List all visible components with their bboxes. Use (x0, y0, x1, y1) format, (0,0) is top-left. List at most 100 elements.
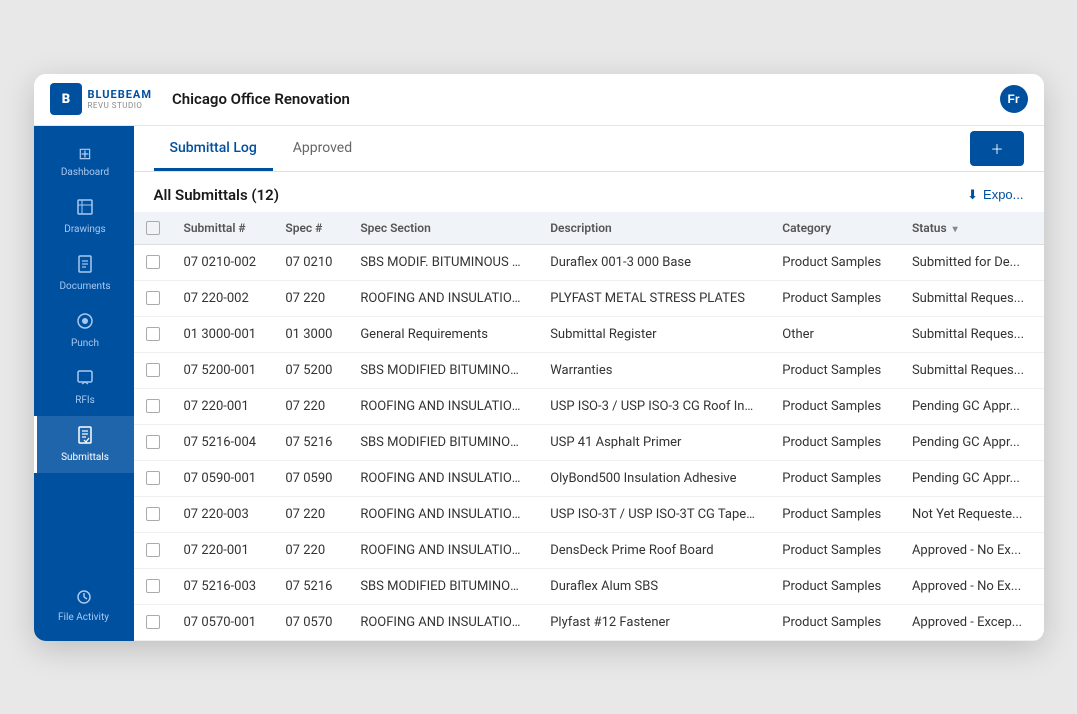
th-submittal-num: Submittal # (172, 212, 274, 245)
tab-submittal-log[interactable]: Submittal Log (154, 126, 273, 171)
cell-spec-num: 07 0590 (273, 460, 348, 496)
cell-spec-num: 07 220 (273, 280, 348, 316)
row-checkbox[interactable] (146, 471, 160, 485)
cell-spec-section: ROOFING AND INSULATION ADHESIV... (348, 532, 538, 568)
sidebar-file-activity[interactable]: File Activity (34, 579, 134, 633)
brand-sub: REVU STUDIO (88, 101, 152, 110)
cell-spec-section: SBS MODIFIED BITUMINOUS MEMBR... (348, 424, 538, 460)
row-checkbox[interactable] (146, 363, 160, 377)
sidebar-label-dashboard: Dashboard (61, 167, 109, 178)
th-checkbox (134, 212, 172, 245)
cell-spec-num: 07 5216 (273, 568, 348, 604)
row-checkbox[interactable] (146, 615, 160, 629)
row-checkbox-cell (134, 316, 172, 352)
row-checkbox[interactable] (146, 579, 160, 593)
row-checkbox[interactable] (146, 255, 160, 269)
fr-button[interactable]: Fr (1000, 85, 1028, 113)
table-header-row: Submittal # Spec # Spec Section Descript… (134, 212, 1044, 245)
row-checkbox-cell (134, 460, 172, 496)
titlebar: B BLUEBEAM REVU STUDIO Chicago Office Re… (34, 74, 1044, 126)
cell-status: Submittal Reques... (900, 280, 1044, 316)
file-activity-icon (76, 589, 92, 608)
sidebar-item-documents[interactable]: Documents (34, 245, 134, 302)
row-checkbox[interactable] (146, 543, 160, 557)
sidebar-label-documents: Documents (59, 281, 110, 292)
table-row[interactable]: 07 5216-003 07 5216 SBS MODIFIED BITUMIN… (134, 568, 1044, 604)
sidebar-item-dashboard[interactable]: ⊞ Dashboard (34, 134, 134, 188)
row-checkbox-cell (134, 244, 172, 280)
table-row[interactable]: 07 220-001 07 220 ROOFING AND INSULATION… (134, 532, 1044, 568)
table-row[interactable]: 07 0590-001 07 0590 ROOFING AND INSULATI… (134, 460, 1044, 496)
sidebar-item-drawings[interactable]: Drawings (34, 188, 134, 245)
row-checkbox[interactable] (146, 291, 160, 305)
cell-category: Product Samples (770, 244, 900, 280)
cell-status: Submittal Reques... (900, 352, 1044, 388)
content-area: All Submittals (12) ⬇ Expo... (134, 172, 1044, 641)
sidebar-item-punch[interactable]: Punch (34, 302, 134, 359)
cell-submittal-num: 07 5200-001 (172, 352, 274, 388)
table-row[interactable]: 07 220-001 07 220 ROOFING AND INSULATION… (134, 388, 1044, 424)
sidebar-label-punch: Punch (71, 338, 99, 349)
export-icon: ⬇ (967, 187, 978, 203)
table-row[interactable]: 01 3000-001 01 3000 General Requirements… (134, 316, 1044, 352)
submittals-icon (77, 426, 93, 448)
cell-spec-num: 01 3000 (273, 316, 348, 352)
submittals-table-wrap: Submittal # Spec # Spec Section Descript… (134, 212, 1044, 641)
project-title: Chicago Office Renovation (172, 90, 350, 108)
brand-name: BLUEBEAM (88, 88, 152, 101)
table-row[interactable]: 07 0570-001 07 0570 ROOFING AND INSULATI… (134, 604, 1044, 640)
select-all-checkbox[interactable] (146, 221, 160, 235)
row-checkbox[interactable] (146, 399, 160, 413)
export-button[interactable]: ⬇ Expo... (967, 187, 1023, 203)
dashboard-icon: ⊞ (78, 144, 91, 163)
cell-description: Warranties (538, 352, 770, 388)
cell-submittal-num: 01 3000-001 (172, 316, 274, 352)
cell-spec-section: ROOFING AND INSULATION ADHESIV... (348, 388, 538, 424)
cell-description: USP ISO-3 / USP ISO-3 CG Roof Insulation (538, 388, 770, 424)
row-checkbox[interactable] (146, 507, 160, 521)
row-checkbox-cell (134, 496, 172, 532)
cell-spec-section: ROOFING AND INSULATION ADHESIV... (348, 280, 538, 316)
sidebar-item-submittals[interactable]: Submittals (34, 416, 134, 473)
sidebar: ⊞ Dashboard Drawings (34, 126, 134, 641)
tab-approved[interactable]: Approved (277, 126, 368, 171)
sidebar-item-rfis[interactable]: RFIs (34, 359, 134, 416)
cell-submittal-num: 07 5216-004 (172, 424, 274, 460)
row-checkbox[interactable] (146, 327, 160, 341)
cell-submittal-num: 07 220-002 (172, 280, 274, 316)
cell-spec-section: ROOFING AND INSULATION ADHESIV... (348, 460, 538, 496)
row-checkbox[interactable] (146, 435, 160, 449)
table-body: 07 0210-002 07 0210 SBS MODIF. BITUMINOU… (134, 244, 1044, 640)
status-sort-icon: ▾ (953, 224, 958, 235)
th-spec-num: Spec # (273, 212, 348, 245)
sidebar-label-drawings: Drawings (64, 224, 105, 235)
th-status[interactable]: Status ▾ (900, 212, 1044, 245)
sidebar-label-rfis: RFIs (75, 395, 95, 406)
documents-icon (77, 255, 93, 277)
table-row[interactable]: 07 5200-001 07 5200 SBS MODIFIED BITUMIN… (134, 352, 1044, 388)
cell-description: USP ISO-3T / USP ISO-3T CG Tapered Roof … (538, 496, 770, 532)
row-checkbox-cell (134, 568, 172, 604)
cell-category: Product Samples (770, 496, 900, 532)
logo-box: B (50, 83, 82, 115)
cell-submittal-num: 07 0590-001 (172, 460, 274, 496)
cell-submittal-num: 07 0210-002 (172, 244, 274, 280)
cell-submittal-num: 07 220-001 (172, 388, 274, 424)
cell-category: Product Samples (770, 568, 900, 604)
table-row[interactable]: 07 220-002 07 220 ROOFING AND INSULATION… (134, 280, 1044, 316)
cell-category: Product Samples (770, 280, 900, 316)
cell-status: Not Yet Requeste... (900, 496, 1044, 532)
cell-status: Pending GC Appr... (900, 388, 1044, 424)
cell-description: USP 41 Asphalt Primer (538, 424, 770, 460)
cell-category: Other (770, 316, 900, 352)
cell-description: Submittal Register (538, 316, 770, 352)
cell-submittal-num: 07 220-001 (172, 532, 274, 568)
cell-status: Approved - Excep... (900, 604, 1044, 640)
th-description: Description (538, 212, 770, 245)
table-row[interactable]: 07 220-003 07 220 ROOFING AND INSULATION… (134, 496, 1044, 532)
cell-spec-section: SBS MODIFIED BITUMINOUS MEMBR... (348, 352, 538, 388)
cell-category: Product Samples (770, 352, 900, 388)
table-row[interactable]: 07 5216-004 07 5216 SBS MODIFIED BITUMIN… (134, 424, 1044, 460)
table-row[interactable]: 07 0210-002 07 0210 SBS MODIF. BITUMINOU… (134, 244, 1044, 280)
new-submittal-button[interactable]: ＋ (970, 131, 1023, 166)
